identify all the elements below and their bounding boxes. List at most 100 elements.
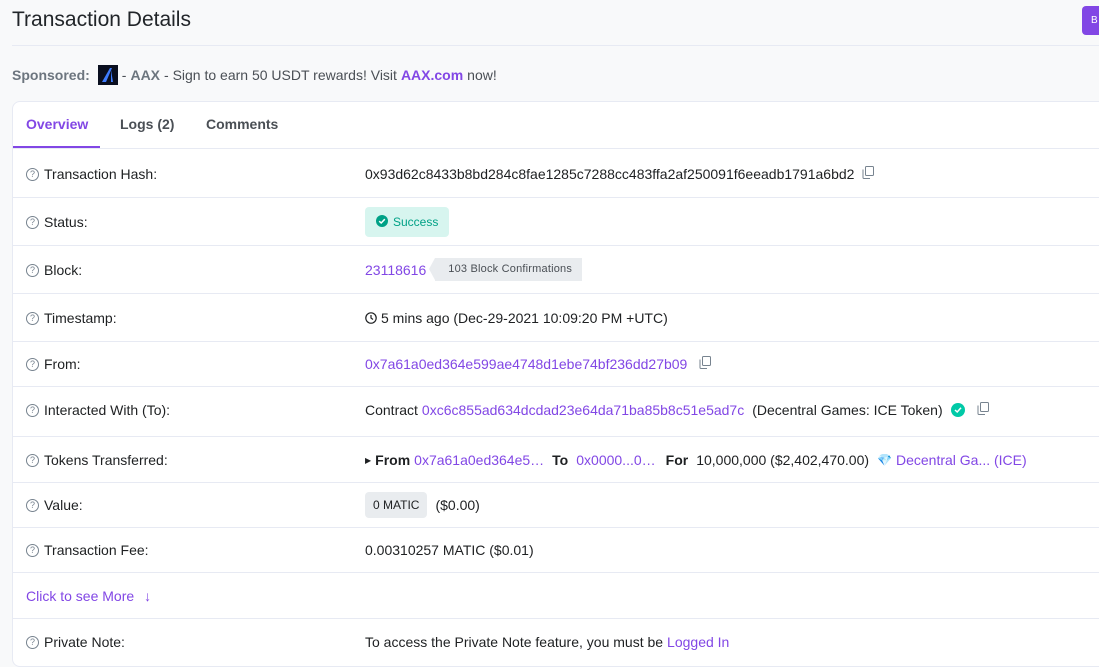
- row-label: ? Private Note:: [26, 634, 125, 650]
- token-amount: 10,000,000 ($2,402,470.00): [696, 452, 870, 468]
- row-label: ? Tokens Transferred:: [26, 452, 168, 468]
- token-to-link[interactable]: 0x0000...0…: [576, 452, 655, 468]
- row-value: ▶ From 0x7a61a0ed364e5… To 0x0000...0… F…: [365, 452, 1027, 468]
- private-note-text: To access the Private Note feature, you …: [365, 634, 664, 650]
- help-icon[interactable]: ?: [26, 167, 39, 181]
- help-icon[interactable]: ?: [26, 263, 39, 277]
- row-value-content: 0.00310257 MATIC ($0.01): [365, 542, 534, 558]
- token-for-label: For: [665, 452, 689, 468]
- matic-value-badge: 0 MATIC: [365, 492, 428, 518]
- transaction-fee-value: 0.00310257 MATIC ($0.01): [365, 542, 534, 558]
- row-value: 0x93d62c8433b8bd284c8fae1285c7288cc483ff…: [365, 166, 875, 182]
- label-text: Transaction Hash:: [44, 166, 158, 182]
- row-label: ? Status:: [26, 214, 88, 230]
- label-text: Private Note:: [44, 634, 125, 650]
- contract-name: (Decentral Games: ICE Token): [752, 402, 943, 418]
- row-value-content: 0 MATIC ($0.00): [365, 492, 480, 518]
- token-name-link[interactable]: Decentral Ga... (ICE): [896, 452, 1027, 468]
- help-icon[interactable]: ?: [26, 215, 39, 229]
- row-label: ? Interacted With (To):: [26, 402, 170, 418]
- token-to-label: To: [552, 452, 569, 468]
- row-label: ? From:: [26, 356, 81, 372]
- row-label: ? Timestamp:: [26, 310, 117, 326]
- row-value: ? Value: 0 MATIC ($0.00): [13, 483, 1099, 528]
- status-text: Success: [393, 215, 439, 229]
- token-from-link[interactable]: 0x7a61a0ed364e5…: [414, 452, 544, 468]
- label-text: From:: [44, 356, 81, 372]
- row-tokens-transferred: ? Tokens Transferred: ▶ From 0x7a61a0ed3…: [13, 437, 1099, 483]
- see-more-link[interactable]: Click to see More ↓: [26, 588, 151, 604]
- check-circle-icon: [376, 214, 388, 230]
- block-number-link[interactable]: 23118616: [365, 262, 426, 278]
- row-from: ? From: 0x7a61a0ed364e599ae4748d1ebe74bf…: [13, 342, 1099, 387]
- help-icon[interactable]: ?: [26, 498, 39, 512]
- label-text: Transaction Fee:: [44, 542, 149, 558]
- help-icon[interactable]: ?: [26, 403, 39, 417]
- sponsored-label: Sponsored:: [12, 67, 90, 83]
- copy-icon[interactable]: [977, 402, 989, 418]
- active-tab-underline: [13, 146, 100, 148]
- label-text: Status:: [44, 214, 88, 230]
- row-label: ? Transaction Hash:: [26, 166, 157, 182]
- from-address-link[interactable]: 0x7a61a0ed364e599ae4748d1ebe74bf236dd27b…: [365, 356, 687, 372]
- usd-value: ($0.00): [435, 497, 480, 513]
- status-badge: Success: [365, 207, 450, 237]
- row-interacted-with: ? Interacted With (To): Contract 0xc6c85…: [13, 387, 1099, 437]
- contract-prefix: Contract: [365, 402, 418, 418]
- sponsored-dash: -: [121, 67, 127, 83]
- label-text: Block:: [44, 262, 83, 278]
- row-value: Success: [365, 207, 450, 237]
- transaction-hash-value: 0x93d62c8433b8bd284c8fae1285c7288cc483ff…: [365, 166, 855, 182]
- row-see-more: Click to see More ↓: [13, 573, 1099, 619]
- help-icon[interactable]: ?: [26, 543, 39, 557]
- see-more-label: Click to see More: [26, 588, 135, 604]
- tab-bar: Overview Logs (2) Comments: [13, 102, 1099, 149]
- label-text: Interacted With (To):: [44, 402, 171, 418]
- login-link[interactable]: Logged In: [667, 634, 729, 650]
- caret-right-icon: ▶: [365, 455, 372, 465]
- copy-icon[interactable]: [699, 356, 712, 372]
- tab-overview[interactable]: Overview: [26, 116, 88, 132]
- help-icon[interactable]: ?: [26, 635, 39, 649]
- sponsored-banner: Sponsored: - AAX - Sign to earn 50 USDT …: [12, 65, 497, 85]
- clock-icon: [365, 312, 377, 324]
- row-label: ? Block:: [26, 262, 82, 278]
- row-transaction-fee: ? Transaction Fee: 0.00310257 MATIC ($0.…: [13, 528, 1099, 573]
- label-text: Tokens Transferred:: [44, 452, 168, 468]
- arrow-down-icon: ↓: [144, 588, 152, 604]
- help-icon[interactable]: ?: [26, 311, 39, 325]
- top-right-button[interactable]: B: [1082, 6, 1099, 35]
- row-label: ? Transaction Fee:: [26, 542, 149, 558]
- row-private-note: ? Private Note: To access the Private No…: [13, 619, 1099, 667]
- row-timestamp: ? Timestamp: 5 mins ago (Dec-29-2021 10:…: [13, 294, 1099, 342]
- timestamp-value: 5 mins ago (Dec-29-2021 10:09:20 PM +UTC…: [381, 310, 668, 326]
- row-transaction-hash: ? Transaction Hash: 0x93d62c8433b8bd284c…: [13, 149, 1099, 198]
- label-text: Value:: [44, 497, 83, 513]
- tab-comments[interactable]: Comments: [206, 116, 278, 132]
- row-value: 5 mins ago (Dec-29-2021 10:09:20 PM +UTC…: [365, 310, 668, 326]
- row-block: ? Block: 23118616 103 Block Confirmation…: [13, 246, 1099, 294]
- sponsored-link[interactable]: AAX.com: [401, 67, 463, 83]
- row-value: 23118616 103 Block Confirmations: [365, 258, 583, 281]
- page-title: Transaction Details: [12, 8, 191, 31]
- contract-address-link[interactable]: 0xc6c855ad634dcdad23e64da71ba85b8c51e5ad…: [422, 402, 744, 418]
- block-confirmations-badge: 103 Block Confirmations: [429, 258, 583, 281]
- row-status: ? Status: Success: [13, 198, 1099, 246]
- sponsored-text: - Sign to earn 50 USDT rewards! Visit: [164, 67, 397, 83]
- row-label: ? Value:: [26, 497, 83, 513]
- help-icon[interactable]: ?: [26, 453, 39, 467]
- title-divider: [12, 45, 1099, 46]
- help-icon[interactable]: ?: [26, 357, 39, 371]
- sponsored-brand: AAX: [130, 67, 161, 83]
- copy-icon[interactable]: [862, 166, 875, 182]
- sponsored-suffix: now!: [467, 67, 497, 83]
- row-value: Contract 0xc6c855ad634dcdad23e64da71ba85…: [365, 402, 989, 418]
- token-from-label: From: [375, 452, 411, 468]
- aax-logo-icon[interactable]: [97, 65, 118, 85]
- label-text: Timestamp:: [44, 310, 117, 326]
- transaction-card: Overview Logs (2) Comments ? Transaction…: [12, 101, 1099, 667]
- verified-icon: [950, 403, 965, 417]
- diamond-token-icon: 💎: [877, 453, 892, 467]
- tab-logs[interactable]: Logs (2): [120, 116, 174, 132]
- row-value: 0x7a61a0ed364e599ae4748d1ebe74bf236dd27b…: [365, 356, 712, 372]
